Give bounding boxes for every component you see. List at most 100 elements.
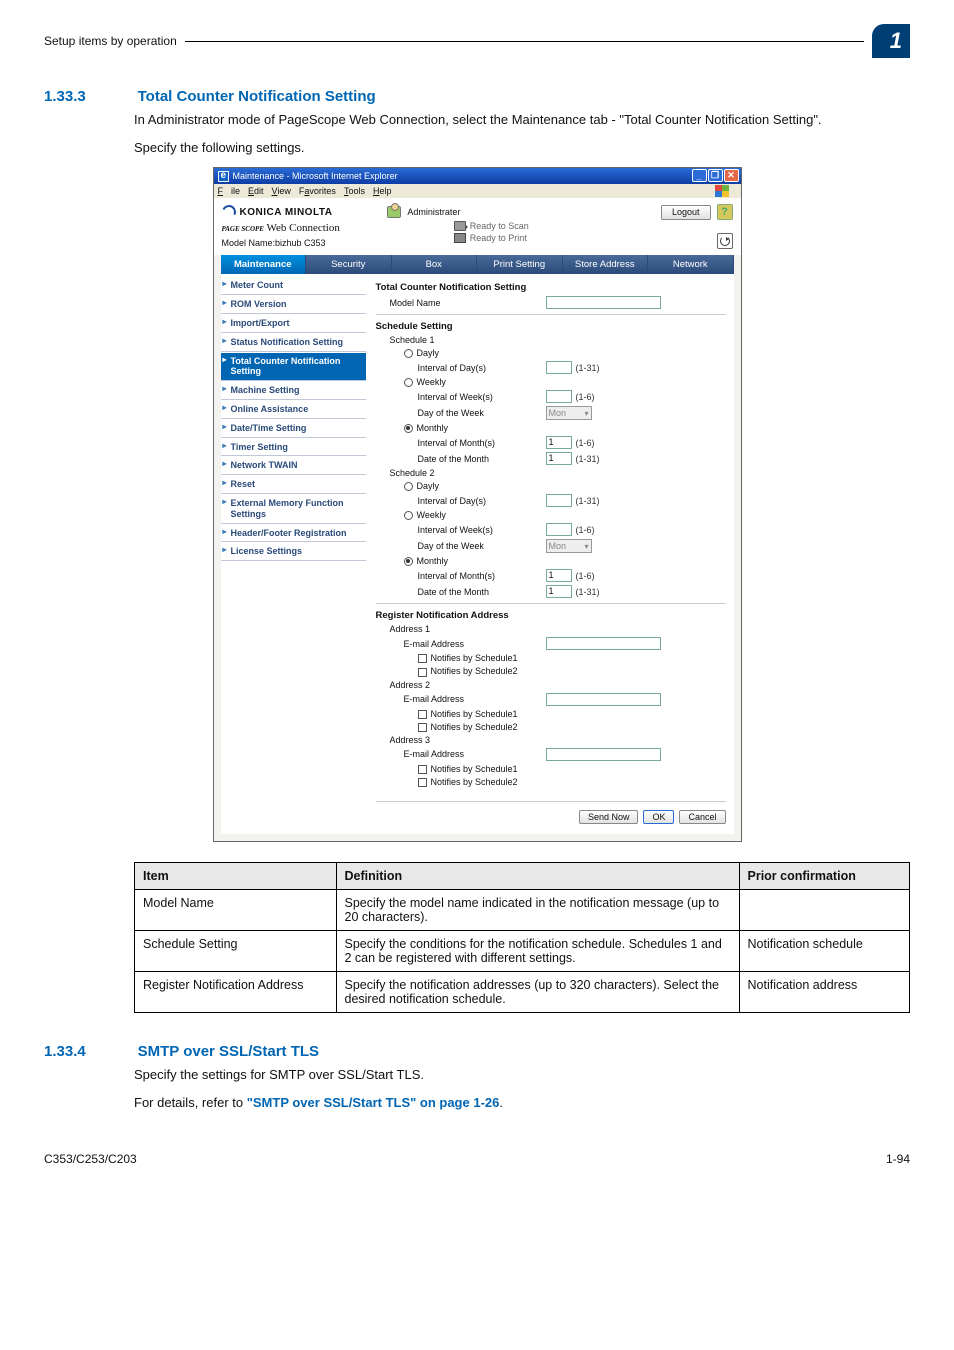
model-name-input[interactable] — [546, 296, 661, 309]
s2-interval-day-input[interactable] — [546, 494, 572, 507]
intro-paragraph-1: In Administrator mode of PageScope Web C… — [134, 111, 910, 129]
addr1-email-input[interactable] — [546, 637, 661, 650]
tab-box[interactable]: Box — [392, 255, 478, 274]
window-close-button[interactable]: ✕ — [724, 169, 739, 182]
addr1-email-label: E-mail Address — [376, 639, 546, 649]
section-number: 1.33.3 — [44, 88, 134, 105]
nav-machine-setting[interactable]: Machine Setting — [221, 381, 366, 400]
smtp-xref-link[interactable]: "SMTP over SSL/Start TLS" on page 1-26 — [247, 1095, 500, 1110]
nav-header-footer[interactable]: Header/Footer Registration — [221, 524, 366, 543]
header-rule — [185, 41, 864, 42]
col-definition: Definition — [336, 863, 739, 890]
tab-network[interactable]: Network — [648, 255, 734, 274]
cancel-button[interactable]: Cancel — [679, 810, 725, 824]
address2-label: Address 2 — [376, 680, 546, 690]
footer-model: C353/C253/C203 — [44, 1152, 137, 1166]
s2-weekly-radio[interactable]: Weekly — [376, 510, 546, 520]
konica-minolta-logo: KONICA MINOLTA — [222, 205, 333, 219]
footer-page: 1-94 — [886, 1152, 910, 1166]
addr2-notif-s2[interactable]: Notifies by Schedule2 — [376, 722, 546, 732]
ie-window-title: Maintenance - Microsoft Internet Explore… — [233, 171, 398, 181]
tab-maintenance[interactable]: Maintenance — [221, 255, 307, 274]
breadcrumb: Setup items by operation — [44, 34, 177, 48]
s1-interval-day-input[interactable] — [546, 361, 572, 374]
addr3-notif-s1[interactable]: Notifies by Schedule1 — [376, 764, 546, 774]
addr3-notif-s2[interactable]: Notifies by Schedule2 — [376, 777, 546, 787]
schedule2-label: Schedule 2 — [376, 468, 546, 478]
tab-security[interactable]: Security — [306, 255, 392, 274]
chapter-badge: 1 — [872, 24, 910, 58]
menu-tools[interactable]: Tools — [344, 186, 365, 196]
nav-network-twain[interactable]: Network TWAIN — [221, 456, 366, 475]
tab-store-address[interactable]: Store Address — [563, 255, 649, 274]
section-title-2: SMTP over SSL/Start TLS — [138, 1043, 319, 1060]
tab-print-setting[interactable]: Print Setting — [477, 255, 563, 274]
logout-button[interactable]: Logout — [661, 205, 711, 220]
s1-interval-week-input[interactable] — [546, 390, 572, 403]
ok-button[interactable]: OK — [643, 810, 674, 824]
table-row: Model Name Specify the model name indica… — [135, 890, 910, 931]
menu-favorites[interactable]: Favorites — [299, 186, 336, 196]
table-row: Register Notification Address Specify th… — [135, 972, 910, 1013]
addr3-email-input[interactable] — [546, 748, 661, 761]
nav-meter-count[interactable]: Meter Count — [221, 276, 366, 295]
nav-reset[interactable]: Reset — [221, 475, 366, 494]
ie-app-icon — [218, 171, 229, 182]
s1-weekly-radio[interactable]: Weekly — [376, 377, 546, 387]
model-name-label: Model Name — [376, 298, 546, 308]
nav-timer-setting[interactable]: Timer Setting — [221, 438, 366, 457]
windows-flag-icon — [715, 185, 729, 197]
s2-dayly-radio[interactable]: Dayly — [376, 481, 546, 491]
address1-label: Address 1 — [376, 624, 546, 634]
addr1-notif-s2[interactable]: Notifies by Schedule2 — [376, 666, 546, 676]
nav-import-export[interactable]: Import/Export — [221, 314, 366, 333]
s2-dow-select[interactable]: Mon — [546, 539, 592, 553]
section-title: Total Counter Notification Setting — [138, 88, 376, 105]
addr2-email-input[interactable] — [546, 693, 661, 706]
smtp-paragraph-2: For details, refer to "SMTP over SSL/Sta… — [134, 1094, 910, 1112]
nav-license-settings[interactable]: License Settings — [221, 542, 366, 561]
administrator-icon — [387, 206, 401, 218]
nav-total-counter-notification[interactable]: Total Counter Notification Setting — [221, 352, 366, 382]
nav-status-notification[interactable]: Status Notification Setting — [221, 333, 366, 352]
s1-dom-label: Date of the Month — [376, 454, 546, 464]
s2-interval-week-input[interactable] — [546, 523, 572, 536]
send-now-button[interactable]: Send Now — [579, 810, 639, 824]
scanner-icon — [454, 221, 466, 231]
nav-date-time[interactable]: Date/Time Setting — [221, 419, 366, 438]
nav-external-memory[interactable]: External Memory Function Settings — [221, 494, 366, 524]
help-button[interactable]: ? — [717, 204, 733, 220]
table-row: Schedule Setting Specify the conditions … — [135, 931, 910, 972]
s1-interval-month-label: Interval of Month(s) — [376, 438, 546, 448]
s1-monthly-radio[interactable]: Monthly — [376, 423, 546, 433]
window-minimize-button[interactable]: _ — [692, 169, 707, 182]
s1-dayly-radio[interactable]: Dayly — [376, 348, 546, 358]
menu-help[interactable]: Help — [373, 186, 392, 196]
s1-dow-label: Day of the Week — [376, 408, 546, 418]
s1-interval-week-label: Interval of Week(s) — [376, 392, 546, 402]
addr1-notif-s1[interactable]: Notifies by Schedule1 — [376, 653, 546, 663]
addr2-notif-s1[interactable]: Notifies by Schedule1 — [376, 709, 546, 719]
administrator-label: Administrater — [407, 207, 460, 217]
s2-dom-input[interactable]: 1 — [546, 585, 572, 598]
section-number-2: 1.33.4 — [44, 1043, 134, 1060]
nav-rom-version[interactable]: ROM Version — [221, 295, 366, 314]
window-restore-button[interactable]: ❐ — [708, 169, 723, 182]
s1-interval-month-input[interactable]: 1 — [546, 436, 572, 449]
s2-interval-month-input[interactable]: 1 — [546, 569, 572, 582]
menu-edit[interactable]: Edit — [248, 186, 264, 196]
address3-label: Address 3 — [376, 735, 546, 745]
schedule-heading: Schedule Setting — [376, 321, 726, 332]
pagescope-brand: PAGE SCOPE Web Connection — [222, 221, 340, 236]
menu-view[interactable]: View — [272, 186, 291, 196]
s2-monthly-radio[interactable]: Monthly — [376, 556, 546, 566]
ready-scan-label: Ready to Scan — [470, 221, 529, 231]
refresh-button[interactable] — [717, 233, 733, 249]
s1-dom-input[interactable]: 1 — [546, 452, 572, 465]
nav-online-assistance[interactable]: Online Assistance — [221, 400, 366, 419]
schedule1-label: Schedule 1 — [376, 335, 546, 345]
col-prior: Prior confirmation — [739, 863, 910, 890]
menu-file[interactable]: File — [218, 186, 241, 196]
intro-paragraph-2: Specify the following settings. — [134, 139, 910, 157]
s1-dow-select[interactable]: Mon — [546, 406, 592, 420]
